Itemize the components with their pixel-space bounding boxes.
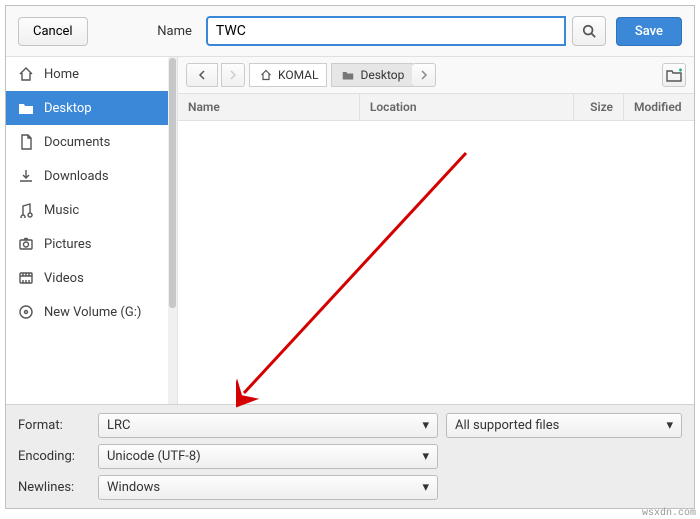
sidebar-item-desktop[interactable]: Desktop xyxy=(6,91,177,125)
encoding-value: Unicode (UTF-8) xyxy=(107,449,201,464)
sidebar-item-label: Desktop xyxy=(44,101,92,116)
sidebar-item-label: Pictures xyxy=(44,237,91,252)
path-bar: KOMAL Desktop xyxy=(178,57,694,94)
column-location[interactable]: Location xyxy=(360,94,574,120)
home-icon xyxy=(18,66,34,82)
column-name[interactable]: Name xyxy=(178,94,360,120)
chevron-down-icon: ▾ xyxy=(422,418,429,433)
sidebar-item-music[interactable]: Music xyxy=(6,193,177,227)
dialog-body: Home Desktop Documents Downloads Music P… xyxy=(6,57,694,404)
sidebar-item-documents[interactable]: Documents xyxy=(6,125,177,159)
video-icon xyxy=(18,270,34,286)
encoding-label: Encoding: xyxy=(18,449,98,464)
dialog-header: Cancel Name Save xyxy=(6,6,694,57)
newlines-label: Newlines: xyxy=(18,480,98,495)
breadcrumb-label: Desktop xyxy=(360,68,404,82)
newlines-select[interactable]: Windows ▾ xyxy=(98,475,438,500)
home-icon xyxy=(258,67,274,83)
search-button[interactable] xyxy=(572,16,606,46)
places-sidebar: Home Desktop Documents Downloads Music P… xyxy=(6,57,178,404)
file-list[interactable] xyxy=(178,121,694,404)
save-button[interactable]: Save xyxy=(616,17,682,46)
chevron-down-icon: ▾ xyxy=(422,449,429,464)
name-label: Name xyxy=(157,24,192,39)
nav-back-button[interactable] xyxy=(186,63,218,87)
sidebar-item-videos[interactable]: Videos xyxy=(6,261,177,295)
filetype-filter-select[interactable]: All supported files ▾ xyxy=(446,413,682,438)
camera-icon xyxy=(18,236,34,252)
sidebar-item-label: Documents xyxy=(44,135,110,150)
desktop-folder-icon xyxy=(18,100,34,116)
folder-icon xyxy=(340,67,356,83)
sidebar-item-label: Music xyxy=(44,203,79,218)
newlines-value: Windows xyxy=(107,480,160,495)
sidebar-item-label: Downloads xyxy=(44,169,109,184)
music-icon xyxy=(18,202,34,218)
format-value: LRC xyxy=(107,418,130,433)
filter-value: All supported files xyxy=(455,418,559,433)
sidebar-item-label: New Volume (G:) xyxy=(44,305,141,320)
breadcrumb-label: KOMAL xyxy=(278,68,318,82)
nav-forward-button[interactable] xyxy=(221,63,245,87)
cancel-button[interactable]: Cancel xyxy=(18,17,88,46)
format-label: Format: xyxy=(18,418,98,433)
column-headers: Name Location Size Modified xyxy=(178,94,694,121)
filename-input[interactable] xyxy=(206,16,566,46)
chevron-down-icon: ▾ xyxy=(422,480,429,495)
sidebar-item-drive[interactable]: New Volume (G:) xyxy=(6,295,177,329)
save-dialog: Cancel Name Save Home Desktop Documents xyxy=(5,5,695,509)
sidebar-item-home[interactable]: Home xyxy=(6,57,177,91)
file-browser: KOMAL Desktop Name Location Size Modifie… xyxy=(178,57,694,404)
sidebar-item-pictures[interactable]: Pictures xyxy=(6,227,177,261)
new-folder-button[interactable] xyxy=(662,63,686,87)
breadcrumb-komal[interactable]: KOMAL xyxy=(249,63,327,87)
drive-icon xyxy=(18,304,34,320)
sidebar-scrollbar[interactable] xyxy=(168,57,177,404)
dialog-footer: Format: LRC ▾ All supported files ▾ Enco… xyxy=(6,404,694,508)
search-icon xyxy=(581,23,597,39)
breadcrumb-desktop[interactable]: Desktop xyxy=(331,63,413,87)
download-icon xyxy=(18,168,34,184)
column-modified[interactable]: Modified xyxy=(624,94,694,120)
format-select[interactable]: LRC ▾ xyxy=(98,413,438,438)
sidebar-item-label: Home xyxy=(44,67,79,82)
breadcrumb-expand-button[interactable] xyxy=(412,63,436,87)
encoding-select[interactable]: Unicode (UTF-8) ▾ xyxy=(98,444,438,469)
chevron-down-icon: ▾ xyxy=(666,418,673,433)
document-icon xyxy=(18,134,34,150)
sidebar-item-downloads[interactable]: Downloads xyxy=(6,159,177,193)
column-size[interactable]: Size xyxy=(574,94,624,120)
sidebar-item-label: Videos xyxy=(44,271,84,286)
